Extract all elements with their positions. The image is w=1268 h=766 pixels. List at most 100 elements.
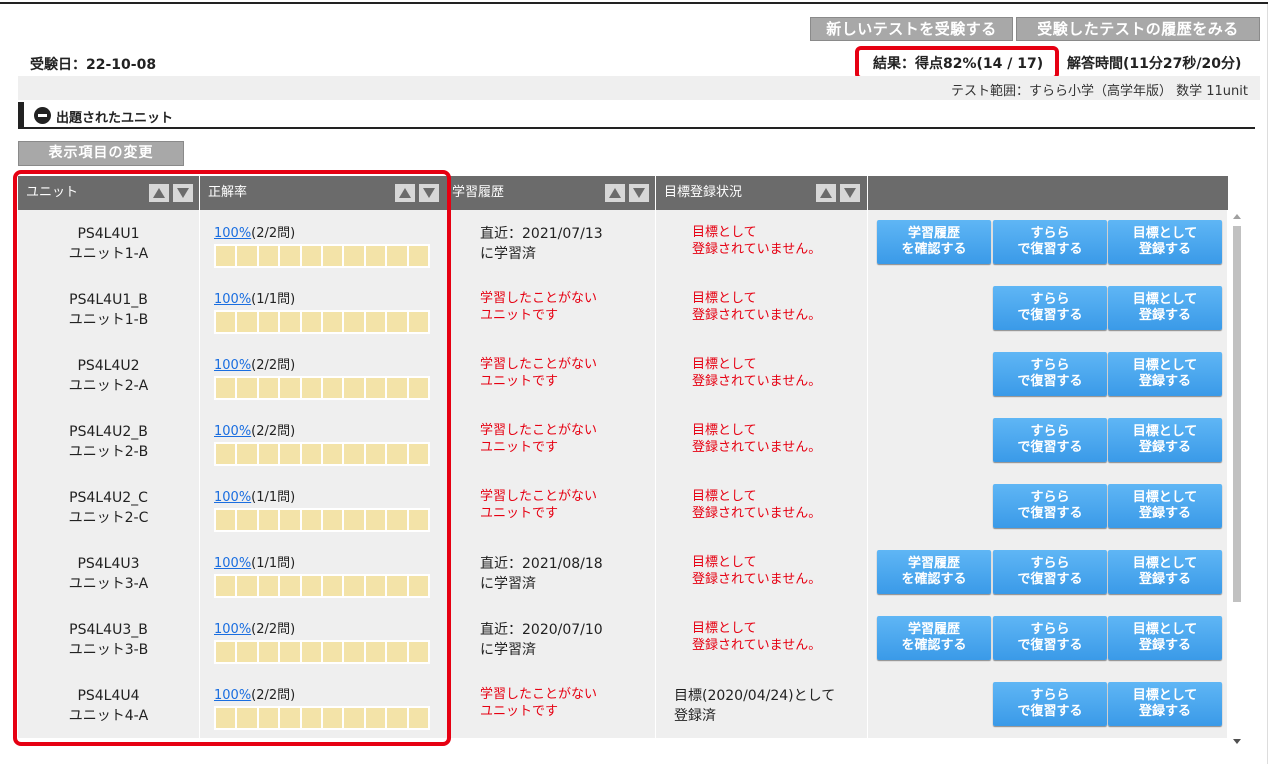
new-test-button[interactable]: 新しいテストを受験する [810,17,1013,41]
rate-link[interactable]: 100% [214,226,251,241]
register-goal-button[interactable]: 目標として 登録する [1108,286,1222,330]
review-with-surala-button[interactable]: すらら で復習する [993,220,1107,264]
test-range-text: テスト範囲：すらら小学（高学年版） 数学 11unit [951,84,1248,99]
table-row: PS4L4U2_B ユニット2-B 100%(2/2問) 学習したことがない ユニットで… [18,408,1228,474]
top-border [0,2,1268,4]
column-header-history: 学習履歴 [450,176,656,210]
table-scrollbar[interactable] [1230,210,1244,748]
check-history-button[interactable]: 学習履歴 を確認する [877,616,991,660]
review-with-surala-button[interactable]: すらら で復習する [993,616,1107,660]
goal-line1: 目標として [692,291,757,306]
rate-link[interactable]: 100% [214,622,251,637]
rate-bar-cell [280,378,300,398]
test-history-button[interactable]: 受験したテストの履歴をみる [1016,17,1260,41]
table-row: PS4L4U2 ユニット2-A 100%(2/2問) 学習したことがない ユニットです目… [18,342,1228,408]
goal-line1: 目標(2020/04/24)として [674,688,836,704]
register-goal-button[interactable]: 目標として 登録する [1108,616,1222,660]
sort-desc-icon[interactable] [419,184,439,202]
scroll-down-icon[interactable] [1233,739,1241,744]
rate-bar-cell [323,510,343,530]
rate-bar-cell [365,312,386,332]
sort-desc-icon[interactable] [629,184,649,202]
rate-bar-cell [365,642,386,662]
button-label: 登録する [1138,638,1191,653]
history-line1: 直近：2020/07/10 [480,622,603,638]
review-with-surala-button[interactable]: すらら で復習する [993,286,1107,330]
rate-bar-cell [387,510,407,530]
goal-line2: 登録されていません。 [692,374,822,389]
register-goal-button[interactable]: 目標として 登録する [1108,550,1222,594]
column-label: 正解率 [208,185,248,200]
unit-code: PS4L4U2 [77,358,140,374]
answer-time: 解答時間(11分27秒/20分) [1067,56,1242,72]
rate-bar-cell [344,312,364,332]
review-with-surala-button[interactable]: すらら で復習する [993,418,1107,462]
rate-bar-cell [301,246,322,266]
sort-asc-icon[interactable] [395,184,415,202]
history-cell: 直近：2021/08/18 に学習済 [450,540,656,606]
check-history-button[interactable]: 学習履歴 を確認する [877,220,991,264]
rate-cell: 100%(1/1問) [200,474,450,540]
goal-line2: 登録されていません。 [692,242,822,257]
goal-line2: 登録されていません。 [692,572,822,587]
unit-name: ユニット2-A [68,378,149,394]
button-label: 目標として [1132,556,1198,571]
rate-bar-cell [323,576,343,596]
review-with-surala-button[interactable]: すらら で復習する [993,484,1107,528]
rate-bar [214,442,430,466]
history-line2: に学習済 [480,246,536,262]
check-history-button[interactable]: 学習履歴 を確認する [877,550,991,594]
history-cell: 学習したことがない ユニットです [450,342,656,408]
rate-link[interactable]: 100% [214,424,251,439]
scroll-thumb[interactable] [1233,226,1241,602]
button-label: を確認する [901,572,967,587]
rate-link[interactable]: 100% [214,688,251,703]
rate-bar-cell [258,642,279,662]
rate-link[interactable]: 100% [214,292,251,307]
actions-cell: 学習履歴 を確認する すらら で復習する 目標として 登録する [868,606,1228,672]
rate-bar-cell [408,510,429,530]
sort-desc-icon[interactable] [840,184,860,202]
sort-asc-icon[interactable] [149,184,169,202]
rate-bar-cell [280,708,300,728]
review-with-surala-button[interactable]: すらら で復習する [993,352,1107,396]
button-label: 目標として [1132,688,1198,703]
register-goal-button[interactable]: 目標として 登録する [1108,484,1222,528]
rate-link[interactable]: 100% [214,358,251,373]
goal-line2: 登録されていません。 [692,440,822,455]
column-label: 学習履歴 [452,185,505,200]
unit-code: PS4L4U3_B [69,622,148,638]
rate-bar-cell [408,576,429,596]
rate-bar-cell [216,246,236,266]
button-label: で復習する [1017,308,1083,323]
rate-bar-cell [387,378,407,398]
review-with-surala-button[interactable]: すらら で復習する [993,550,1107,594]
sort-asc-icon[interactable] [605,184,625,202]
table-row: PS4L4U3_B ユニット3-B 100%(2/2問) 直近：2020/07/10 に… [18,606,1228,672]
collapse-icon[interactable] [34,107,51,124]
table-row: PS4L4U1_B ユニット1-B 100%(1/1問) 学習したことがない ユニットで… [18,276,1228,342]
review-with-surala-button[interactable]: すらら で復習する [993,682,1107,726]
sort-asc-icon[interactable] [816,184,836,202]
goal-cell: 目標として 登録されていません。 [656,210,868,276]
register-goal-button[interactable]: 目標として 登録する [1108,220,1222,264]
register-goal-button[interactable]: 目標として 登録する [1108,418,1222,462]
rate-bar-cell [258,246,279,266]
register-goal-button[interactable]: 目標として 登録する [1108,682,1222,726]
unit-code: PS4L4U3 [77,556,140,572]
rate-bar-cell [323,642,343,662]
rate-bar-cell [344,246,364,266]
history-cell: 学習したことがない ユニットです [450,276,656,342]
sort-desc-icon[interactable] [173,184,193,202]
rate-link[interactable]: 100% [214,556,251,571]
change-display-button[interactable]: 表示項目の変更 [18,141,184,166]
table-body[interactable]: PS4L4U1 ユニット1-A 100%(2/2問) 直近：2021/07/13 に学習… [18,210,1228,748]
rate-bar-cell [344,378,364,398]
exam-date: 受験日：22-10-08 [30,57,157,73]
goal-cell: 目標として 登録されていません。 [656,276,868,342]
register-goal-button[interactable]: 目標として 登録する [1108,352,1222,396]
rate-link[interactable]: 100% [214,490,251,505]
scroll-up-icon[interactable] [1233,214,1241,219]
rate-count: (2/2問) [251,688,296,703]
rate-bar [214,508,430,532]
